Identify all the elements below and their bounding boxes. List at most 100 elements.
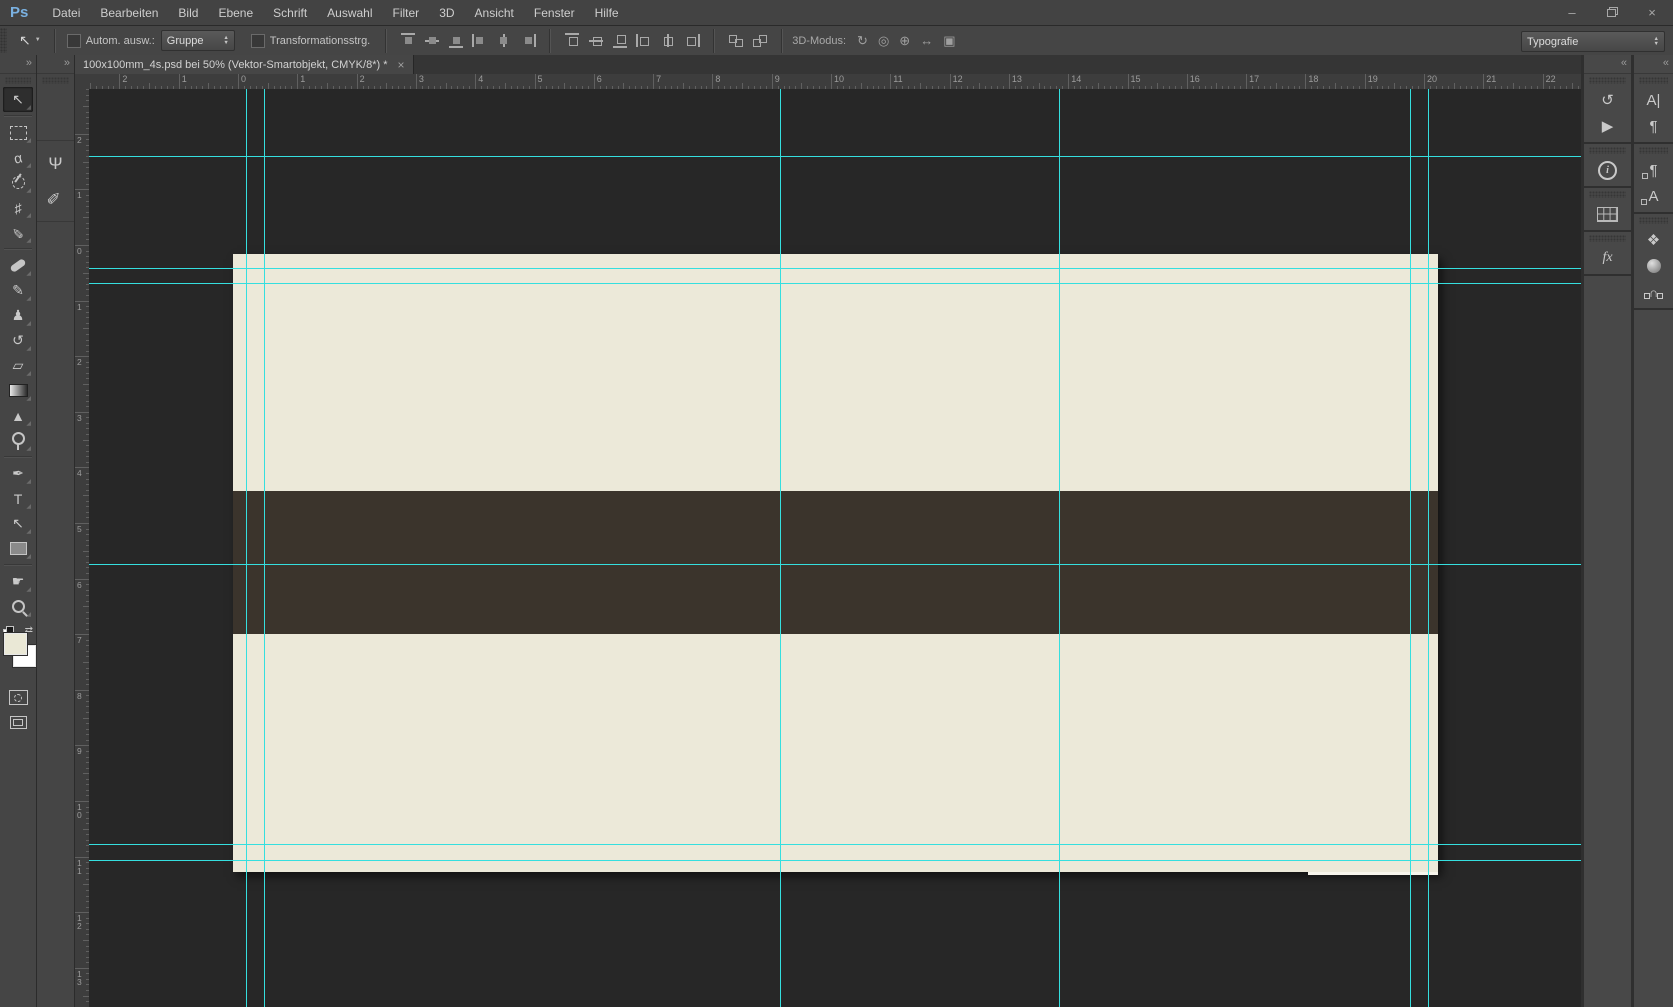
menu-item-schrift[interactable]: Schrift [263, 6, 317, 20]
distribute-horizontal-centers-icon[interactable] [660, 33, 676, 48]
dodge-tool[interactable]: ◢ [3, 428, 33, 453]
menu-item-ansicht[interactable]: Ansicht [465, 6, 524, 20]
align-vertical-centers-icon[interactable] [424, 33, 440, 48]
type-tool[interactable]: T◢ [3, 486, 33, 511]
paragraph-styles-panel-button[interactable]: ¶ [1634, 157, 1673, 183]
toolbar-grip[interactable] [5, 77, 31, 84]
spot-healing-brush-tool[interactable]: ◢ [3, 253, 33, 278]
align-bottom-edges-icon[interactable] [448, 33, 464, 48]
collapse-chevron-icon[interactable]: « [1663, 57, 1668, 69]
channels-panel-button[interactable] [1634, 253, 1673, 279]
menu-item-auswahl[interactable]: Auswahl [317, 6, 382, 20]
right-dock-header-inner[interactable]: « [1584, 55, 1631, 74]
menu-item-bearbeiten[interactable]: Bearbeiten [90, 6, 168, 20]
3d-camera-icon[interactable]: ▣ [943, 33, 955, 49]
panel-group-grip[interactable] [1589, 235, 1626, 242]
panel-group-grip[interactable] [1639, 217, 1668, 224]
gradient-tool[interactable]: ◢ [3, 378, 33, 403]
options-bar-grip[interactable] [0, 28, 7, 53]
workspace-switcher[interactable]: Typografie ▲▼ [1521, 31, 1665, 52]
align-right-edges-icon[interactable] [520, 33, 536, 48]
align-horizontal-centers-icon[interactable] [496, 33, 512, 48]
3d-slide-icon[interactable]: ↔ [920, 33, 933, 48]
tool-preset-picker[interactable]: ↖ ▼ [15, 32, 45, 49]
clone-stamp-tool[interactable]: ♟◢ [3, 303, 33, 328]
paragraph-panel-button[interactable]: ¶ [1634, 113, 1673, 139]
vertical-ruler[interactable]: 2101234567891 01 11 21 3 [75, 89, 90, 1007]
distribute-top-edges-icon[interactable] [564, 33, 580, 48]
panel-group-grip[interactable] [1589, 77, 1626, 84]
collapse-chevron-icon[interactable]: « [1621, 57, 1626, 69]
horizontal-ruler[interactable]: 21012345678910111213141516171819202122 [89, 74, 1581, 90]
auto-select-target-dropdown[interactable]: Gruppe ▲▼ [161, 30, 235, 51]
menu-item-filter[interactable]: Filter [383, 6, 430, 20]
3d-pan-icon[interactable]: ⊕ [899, 33, 910, 49]
left-dock-grip[interactable] [42, 77, 69, 84]
rectangle-tool[interactable]: ◢ [3, 536, 33, 561]
quick-selection-tool[interactable]: ◢ [3, 170, 33, 195]
menu-item-bild[interactable]: Bild [168, 6, 208, 20]
actions-panel-button[interactable]: ▶ [1584, 113, 1631, 139]
distribute-left-edges-icon[interactable] [636, 33, 652, 48]
document-tab[interactable]: 100x100mm_4s.psd bei 50% (Vektor-Smartob… [75, 55, 414, 74]
history-panel-button[interactable]: ↺ [1584, 87, 1631, 113]
paths-panel-button[interactable]: ∩ [1634, 279, 1673, 305]
brush-presets-panel-button[interactable]: Ψ [37, 147, 74, 181]
crop-tool[interactable]: ♯◢ [3, 195, 33, 220]
screen-mode-button[interactable] [3, 710, 33, 735]
character-styles-panel-button[interactable]: A [1634, 183, 1673, 209]
eyedropper-tool[interactable]: ✎◢ [3, 220, 33, 245]
menu-item-datei[interactable]: Datei [42, 6, 90, 20]
menu-item-hilfe[interactable]: Hilfe [585, 6, 629, 20]
quick-mask-mode-button[interactable] [3, 685, 33, 710]
menu-item-3d[interactable]: 3D [429, 6, 464, 20]
move-tool[interactable]: ↖◢ [3, 87, 33, 112]
styles-panel-button[interactable]: fx [1584, 245, 1631, 271]
align-left-edges-icon[interactable] [472, 33, 488, 48]
path-selection-tool[interactable]: ↖◢ [3, 511, 33, 536]
collapse-chevron-icon[interactable]: » [26, 57, 31, 69]
distribute-vertical-centers-icon[interactable] [588, 33, 604, 48]
3d-roll-icon[interactable]: ◎ [878, 33, 889, 49]
left-dock-header[interactable]: » [37, 55, 74, 74]
lasso-tool[interactable]: α◢ [3, 145, 33, 170]
menu-item-fenster[interactable]: Fenster [524, 6, 585, 20]
zoom-tool[interactable]: ◢ [3, 594, 33, 619]
show-transform-controls-checkbox[interactable] [251, 34, 265, 48]
history-brush-tool[interactable]: ↺◢ [3, 328, 33, 353]
canvas-pasteboard[interactable] [89, 89, 1581, 1007]
swatches-panel-button[interactable] [1584, 201, 1631, 227]
info-panel-button[interactable]: i [1584, 157, 1631, 183]
distribute-right-edges-icon[interactable] [684, 33, 700, 48]
distribute-widths-icon[interactable] [728, 33, 744, 48]
brush-panel-button[interactable]: ✎ [37, 181, 74, 215]
3d-orbit-icon[interactable]: ↻ [857, 33, 868, 49]
distribute-heights-icon[interactable] [752, 33, 768, 48]
eraser-tool[interactable]: ▱◢ [3, 353, 33, 378]
hand-tool[interactable]: ☛◢ [3, 569, 33, 594]
toolbar-header[interactable]: » [0, 55, 36, 74]
panel-group-grip[interactable] [1589, 147, 1626, 154]
auto-select-checkbox[interactable] [67, 34, 81, 48]
character-panel-button[interactable]: A| [1634, 87, 1673, 113]
layers-panel-button[interactable]: ❖ [1634, 227, 1673, 253]
panel-group-grip[interactable] [1639, 77, 1668, 84]
restore-button[interactable] [1599, 5, 1625, 20]
right-dock-header-outer[interactable]: « [1634, 55, 1673, 74]
blur-tool[interactable]: ▲◢ [3, 403, 33, 428]
align-top-edges-icon[interactable] [400, 33, 416, 48]
menu-item-ebene[interactable]: Ebene [208, 6, 263, 20]
minimize-button[interactable]: – [1559, 5, 1585, 20]
close-button[interactable]: × [1639, 5, 1665, 20]
panel-group-grip[interactable] [1589, 191, 1626, 198]
close-tab-icon[interactable]: × [397, 58, 404, 72]
foreground-color-swatch[interactable] [4, 633, 27, 655]
brush-tool[interactable]: ✎◢ [3, 278, 33, 303]
document-page[interactable] [233, 254, 1438, 872]
collapse-chevron-icon[interactable]: » [64, 57, 69, 69]
ruler-label: 17 [1249, 75, 1259, 84]
distribute-bottom-edges-icon[interactable] [612, 33, 628, 48]
panel-group-grip[interactable] [1639, 147, 1668, 154]
rectangular-marquee-tool[interactable]: ◢ [3, 120, 33, 145]
pen-tool[interactable]: ✒◢ [3, 461, 33, 486]
